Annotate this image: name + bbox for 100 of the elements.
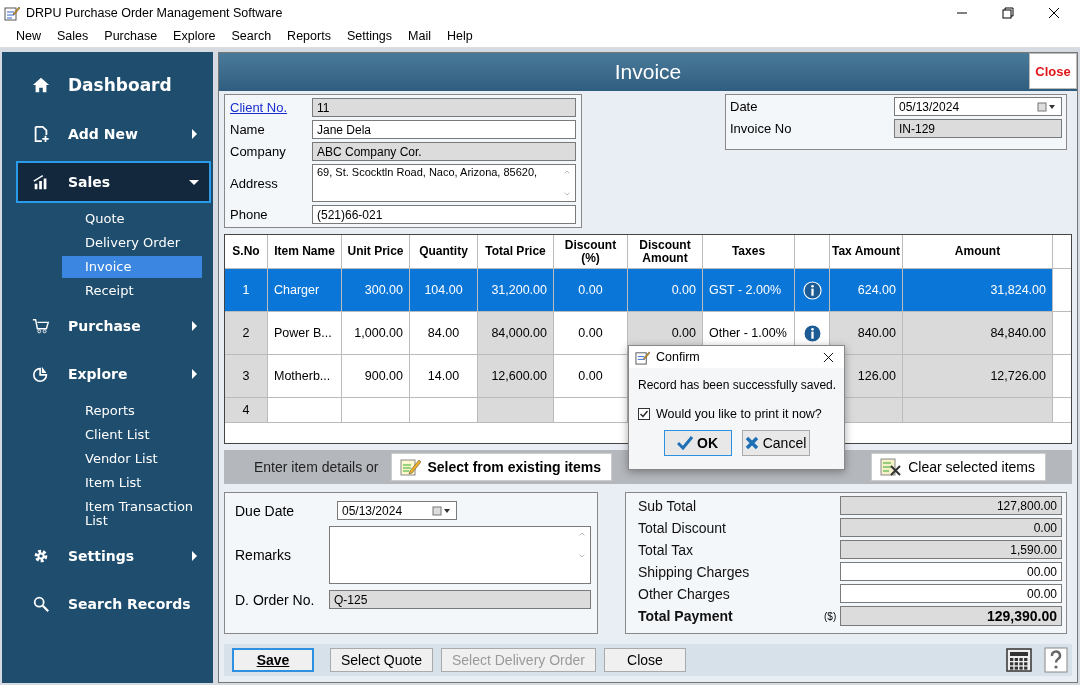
table-cell: 0.00 <box>578 283 603 297</box>
cancel-button[interactable]: Cancel <box>741 430 810 456</box>
field-label: Phone <box>230 207 269 222</box>
sidebar-subitem[interactable]: Receipt <box>62 280 202 302</box>
app-icon <box>635 349 650 365</box>
amount-field[interactable]: 00.00 <box>840 584 1062 603</box>
sidebar-subitem[interactable]: Client List <box>62 424 202 446</box>
amount-field[interactable]: 00.00 <box>840 562 1062 581</box>
sidebar-item[interactable]: Explore <box>16 353 211 395</box>
table-cell: 840.00 <box>857 326 896 340</box>
restore-icon[interactable] <box>1002 6 1014 19</box>
amount-field: 127,800.00 <box>840 496 1062 515</box>
invoice-number-field[interactable]: IN-129 <box>894 119 1062 138</box>
total-payment-field: 129,390.00 <box>840 606 1062 626</box>
field-label: Remarks <box>235 547 292 563</box>
sidebar-subitem[interactable]: Vendor List <box>62 448 202 470</box>
input-field[interactable]: Jane Dela <box>312 120 576 139</box>
search-icon <box>32 595 50 613</box>
cart-icon <box>32 317 50 335</box>
dialog-message: Record has been successfully saved. <box>637 377 838 392</box>
field-label: Invoice No <box>730 121 793 136</box>
field-label: Company <box>230 144 287 159</box>
ok-button[interactable]: OK <box>663 430 732 456</box>
amount-field: 1,590.00 <box>840 540 1062 559</box>
sidebar-item[interactable]: Dashboard <box>16 63 211 107</box>
close-icon[interactable] <box>1048 6 1060 19</box>
table-cell: 0.00 <box>578 326 603 340</box>
sidebar-subitem[interactable]: Item List <box>62 472 202 494</box>
menu-item[interactable]: Help <box>439 29 481 43</box>
sidebar-item[interactable]: Purchase <box>16 305 211 347</box>
menu-item[interactable]: Reports <box>279 29 339 43</box>
action-button[interactable]: Save <box>232 648 314 672</box>
table-cell: 12,726.00 <box>990 369 1046 383</box>
close-button[interactable]: Close <box>1029 53 1077 89</box>
window-title: DRPU Purchase Order Management Software <box>26 5 283 20</box>
calendar-dropdown-icon[interactable] <box>1037 102 1057 112</box>
table-cell: Power B... <box>274 326 332 340</box>
input-field[interactable]: (521)66-021 <box>312 205 576 224</box>
field-label: Name <box>230 122 266 137</box>
sidebar-subitem[interactable]: Item Transaction List <box>62 496 202 532</box>
close-icon[interactable] <box>823 351 834 363</box>
action-button[interactable]: Select Quote <box>330 648 433 672</box>
menu-item[interactable]: Mail <box>400 29 439 43</box>
total-label: Total Discount <box>638 519 727 536</box>
sidebar-item[interactable]: Add New <box>16 113 211 155</box>
address-field[interactable]: 69, St. Scocktln Road, Naco, Arizona, 85620, <box>312 164 576 202</box>
caret-icon <box>189 551 199 561</box>
sidebar-item[interactable]: Sales <box>16 161 211 203</box>
table-cell: 31,824.00 <box>990 283 1046 297</box>
table-cell: 300.00 <box>364 283 403 297</box>
total-label: Sub Total <box>638 497 698 514</box>
sidebar-item[interactable]: Settings <box>16 535 211 577</box>
cross-icon <box>744 436 759 450</box>
clear-list-icon <box>880 457 903 477</box>
select-items-button[interactable]: Select from existing items <box>390 453 612 481</box>
table-cell: 0.00 <box>578 369 603 383</box>
menu-item[interactable]: Purchase <box>96 29 166 43</box>
total-label: Shipping Charges <box>638 563 751 580</box>
sidebar-subitem[interactable]: Invoice <box>62 256 202 278</box>
info-icon[interactable] <box>802 280 822 300</box>
sidebar-subitem[interactable]: Reports <box>62 400 202 422</box>
column-header: Discount Amount <box>628 235 703 268</box>
caret-icon <box>189 321 199 331</box>
sidebar-subitem[interactable]: Quote <box>62 208 202 230</box>
info-icon[interactable] <box>802 323 822 343</box>
sidebar-item[interactable]: Search Records <box>16 583 211 625</box>
pencil-list-icon <box>399 457 422 477</box>
menu-item[interactable]: Sales <box>49 29 97 43</box>
calendar-dropdown-icon[interactable] <box>432 506 452 516</box>
menu-item[interactable]: Search <box>223 29 280 43</box>
client-link[interactable]: Client No. <box>230 100 312 115</box>
gear-icon <box>32 547 50 565</box>
calculator-icon[interactable] <box>1006 648 1032 672</box>
date-picker[interactable]: 05/13/2024 <box>894 97 1062 116</box>
table-cell: Motherb... <box>274 369 331 383</box>
action-button[interactable]: Close <box>604 648 686 672</box>
menu-item[interactable]: New <box>8 29 49 43</box>
sidebar-subitem[interactable]: Delivery Order <box>62 232 202 254</box>
column-header: Quantity <box>410 235 478 268</box>
help-icon[interactable] <box>1044 647 1068 673</box>
clear-items-button[interactable]: Clear selected items <box>871 453 1046 481</box>
menu-item[interactable]: Explore <box>165 29 224 43</box>
table-cell: 4 <box>242 403 250 417</box>
check-icon <box>677 436 693 450</box>
order-number-field[interactable]: Q-125 <box>329 590 591 609</box>
menu-item[interactable]: Settings <box>338 29 401 43</box>
table-cell: 900.00 <box>364 369 403 383</box>
caret-icon <box>189 177 199 187</box>
client-no-field[interactable]: 11 <box>312 98 576 117</box>
table-row[interactable]: 1 Charger 300.00 104.00 31,200.00 0.00 0.00 GST - 2.00% 624.00 31,824.00 <box>225 269 1071 312</box>
field-label: Due Date <box>235 502 296 519</box>
remarks-field[interactable] <box>329 526 591 584</box>
checkbox[interactable] <box>638 408 650 420</box>
column-header: Unit Price <box>342 235 410 268</box>
column-header: Amount <box>903 235 1053 268</box>
date-picker[interactable]: 05/13/2024 <box>337 501 457 520</box>
table-cell: 3 <box>242 369 250 383</box>
table-cell: 624.00 <box>857 283 896 297</box>
total-label: Other Charges <box>638 585 731 602</box>
table-cell: GST - 2.00% <box>709 283 782 297</box>
